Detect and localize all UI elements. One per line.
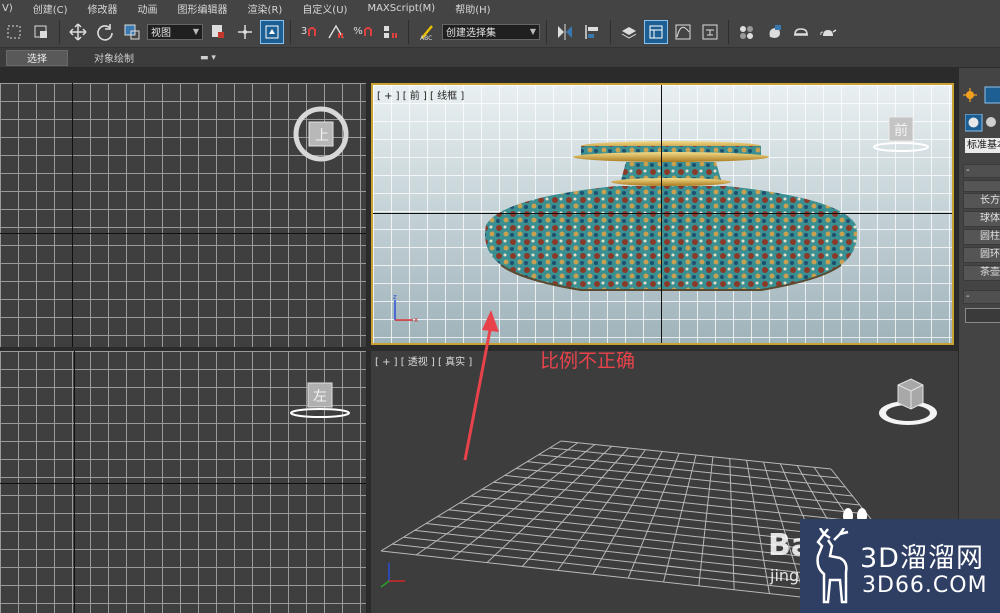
angle-snap-icon[interactable] <box>324 20 348 44</box>
material-editor-icon[interactable] <box>735 20 759 44</box>
select-manipulate-icon[interactable] <box>233 20 257 44</box>
watermark-domain: 3D66.COM <box>862 573 988 598</box>
cylinder-button[interactable]: 圆柱 <box>963 229 1000 245</box>
svg-text:ABC: ABC <box>420 35 432 41</box>
shapes-icon[interactable] <box>986 117 996 127</box>
perspective-axis-tripod-icon <box>380 563 405 588</box>
toolbar-divider <box>728 19 729 44</box>
torus-button[interactable]: 圆环 <box>963 247 1000 263</box>
spinner-snap-icon[interactable] <box>378 20 402 44</box>
toolbar-divider <box>546 19 547 44</box>
rendered-frame-window-icon[interactable] <box>789 20 813 44</box>
baidu-watermark-sub: jing <box>770 566 800 585</box>
perspective-grid-line <box>698 456 714 586</box>
menu-create[interactable]: 创建(C) <box>23 1 78 16</box>
schematic-view-icon[interactable] <box>698 20 722 44</box>
viewcube-top[interactable]: 上 <box>290 103 352 165</box>
menu-help[interactable]: 帮助(H) <box>445 1 500 16</box>
grid-axis-x <box>0 483 366 484</box>
viewcube-left-label: 左 <box>313 389 327 405</box>
reference-coordinate-dropdown[interactable]: 视图 ▼ <box>147 23 203 40</box>
create-tab-icon[interactable] <box>963 88 977 102</box>
svg-text:x: x <box>414 316 418 324</box>
annotation-label: 比例不正确 <box>540 350 636 372</box>
viewport-top[interactable]: 上 <box>0 83 366 347</box>
scale-icon[interactable] <box>120 20 144 44</box>
perspective-grid-line <box>746 460 770 594</box>
deer-logo-icon <box>816 528 849 604</box>
axis-tripod-icon: z x <box>393 293 418 324</box>
move-icon[interactable] <box>66 20 90 44</box>
sphere-button[interactable]: 球体 <box>963 211 1000 227</box>
select-region-icon[interactable] <box>2 20 26 44</box>
chevron-down-icon: ▼ <box>529 27 536 36</box>
svg-text:z: z <box>393 293 397 301</box>
object-type-rollout[interactable]: - <box>963 164 1000 178</box>
snap-toggle-icon[interactable]: 3 <box>297 20 321 44</box>
toolbar-divider <box>290 19 291 44</box>
vase-model <box>485 141 857 291</box>
grid-axis-x <box>373 213 952 214</box>
menu-animation[interactable]: 动画 <box>128 1 168 16</box>
viewcube-front[interactable]: 前 <box>871 107 931 157</box>
tab-object-paint[interactable]: 对象绘制 <box>74 50 154 66</box>
pivot-icon[interactable] <box>206 20 230 44</box>
align-icon[interactable] <box>580 20 604 44</box>
viewport-left[interactable]: 左 <box>0 351 366 613</box>
menu-modifiers[interactable]: 修改器 <box>78 1 128 16</box>
viewcube-left[interactable]: 左 <box>288 375 352 425</box>
modify-tab-icon[interactable] <box>984 86 1000 104</box>
ribbon-options-icon[interactable]: ▬ ▾ <box>200 53 216 63</box>
viewcube-top-label: 上 <box>315 128 329 144</box>
object-type-dropdown[interactable]: 标准基本 <box>965 138 1000 153</box>
named-selection-set-dropdown[interactable]: 创建选择集 ▼ <box>442 23 540 40</box>
mirror-icon[interactable] <box>553 20 577 44</box>
annotation-arrow <box>463 310 499 461</box>
named-selection-set-value: 创建选择集 <box>446 28 496 39</box>
grid-axis-y <box>661 85 662 343</box>
grid-axis-x <box>0 233 366 234</box>
teapot-render-icon[interactable] <box>816 20 840 44</box>
menu-customize[interactable]: 自定义(U) <box>292 1 357 16</box>
toolbar-divider <box>59 19 60 44</box>
main-toolbar: 视图 ▼ 3 % ABC 创建选择集 ▼ <box>0 16 1000 48</box>
menu-graph-editors[interactable]: 图形编辑器 <box>168 1 238 16</box>
grid-axis-y <box>72 83 73 347</box>
percent-snap-icon[interactable]: % <box>351 20 375 44</box>
viewcube-perspective[interactable] <box>871 373 945 433</box>
keyboard-shortcut-toggle-icon[interactable] <box>260 19 284 44</box>
edit-named-selection-icon[interactable]: ABC <box>415 20 439 44</box>
autogrid-checkbox[interactable] <box>963 180 1000 192</box>
ribbon-bar: 选择 对象绘制 ▬ ▾ <box>0 48 1000 68</box>
command-panel-tabs <box>963 86 1000 104</box>
reference-coordinate-value: 视图 <box>151 28 171 39</box>
watermark-site-name: 3D溜溜网 <box>860 543 984 574</box>
menu-rendering[interactable]: 渲染(R) <box>238 1 293 16</box>
viewcube-front-label: 前 <box>894 122 908 139</box>
chevron-down-icon: ▼ <box>192 27 199 36</box>
menu-view[interactable]: V) <box>0 3 23 14</box>
percent-snap-label: % <box>353 26 363 37</box>
viewport-front-label[interactable]: [ + ] [ 前 ] [ 线框 ] <box>377 87 464 102</box>
box-button[interactable]: 长方 <box>963 193 1000 209</box>
scene-explorer-icon[interactable] <box>617 20 641 44</box>
toolbar-divider <box>610 19 611 44</box>
render-setup-icon[interactable] <box>762 20 786 44</box>
rotate-icon[interactable] <box>93 20 117 44</box>
tab-selection[interactable]: 选择 <box>6 49 68 66</box>
curve-editor-icon[interactable] <box>671 20 695 44</box>
layer-explorer-icon[interactable] <box>644 19 668 44</box>
teapot-button[interactable]: 茶壶 <box>963 265 1000 281</box>
geometry-category-icons <box>965 114 996 132</box>
window-crossing-icon[interactable] <box>29 20 53 44</box>
toolbar-divider <box>408 19 409 44</box>
menu-maxscript[interactable]: MAXScript(M) <box>357 3 445 14</box>
object-name-field[interactable] <box>965 308 1000 323</box>
grid-axis-y <box>74 351 75 613</box>
name-color-rollout[interactable]: - <box>963 290 1000 304</box>
menu-bar: V) 创建(C) 修改器 动画 图形编辑器 渲染(R) 自定义(U) MAXSc… <box>0 0 1000 16</box>
